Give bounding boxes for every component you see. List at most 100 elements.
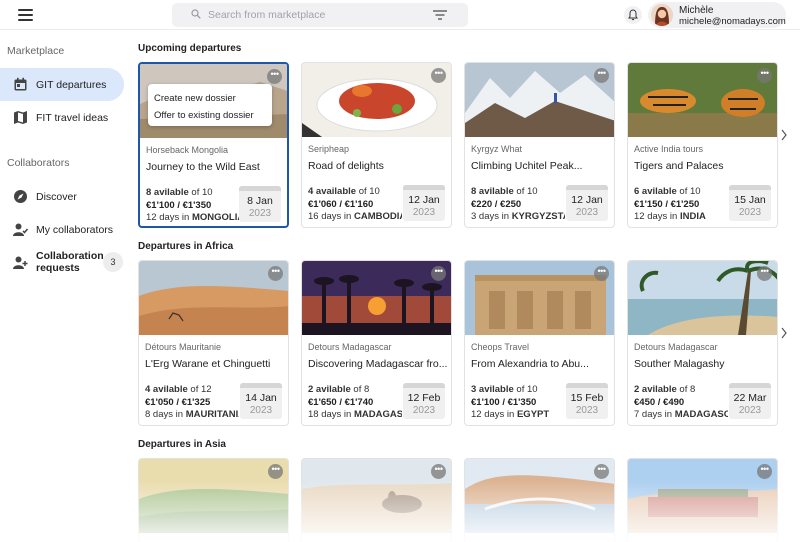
search-bar[interactable] — [172, 3, 468, 27]
map-icon — [14, 111, 27, 124]
search-input[interactable] — [208, 7, 428, 23]
card-image — [465, 261, 614, 335]
sidebar-item-fit-travel-ideas[interactable]: FIT travel ideas — [0, 101, 124, 134]
card-menu-button[interactable]: ••• — [431, 266, 446, 281]
departure-card[interactable]: ••• — [627, 458, 778, 542]
card-operator: Detours Madagascar — [308, 342, 392, 352]
departure-card[interactable]: ••• Detours Madagascar Souther Malagashy… — [627, 260, 778, 426]
card-operator: Seripheap — [308, 144, 350, 154]
section-title-asia: Departures in Asia — [138, 439, 226, 450]
card-duration: 16 days in CAMBODIA — [308, 211, 402, 222]
people-icon — [13, 223, 28, 236]
card-image — [302, 459, 451, 533]
card-menu-button[interactable]: ••• — [757, 464, 772, 479]
menu-icon[interactable] — [18, 9, 33, 21]
card-availability: 4 available of 10 — [308, 186, 380, 197]
departure-card[interactable]: ••• — [464, 458, 615, 542]
departure-card[interactable]: ••• Détours Mauritanie L'Erg Warane et C… — [138, 260, 289, 426]
card-price: €220 / €250 — [471, 199, 522, 210]
offer-dossier-option[interactable]: Offer to existing dossier — [154, 110, 254, 121]
card-menu-button[interactable]: ••• — [431, 68, 446, 83]
user-menu[interactable]: Michèle michele@nomadays.com — [648, 2, 786, 28]
card-menu-button[interactable]: ••• — [268, 266, 283, 281]
departure-card[interactable]: ••• — [138, 458, 289, 542]
create-dossier-option[interactable]: Create new dossier — [154, 93, 236, 104]
card-menu-button[interactable]: ••• — [268, 464, 283, 479]
card-operator: Détours Mauritanie — [145, 342, 222, 352]
card-menu-button[interactable]: ••• — [594, 266, 609, 281]
card-date: 12 Jan 2023 — [403, 185, 445, 221]
section-title-africa: Departures in Africa — [138, 241, 234, 252]
card-date: 8 Jan 2023 — [239, 186, 281, 222]
card-availability: 4 avilable of 12 — [145, 384, 212, 395]
departure-card[interactable]: ••• Active India tours Tigers and Palace… — [627, 62, 778, 228]
sidebar-item-label: Discover — [36, 191, 77, 203]
departure-card[interactable]: ••• Seripheap Road of delights 4 availab… — [301, 62, 452, 228]
card-menu-button[interactable]: ••• — [757, 68, 772, 83]
card-price: €1'100 / €1'350 — [471, 397, 537, 408]
card-duration: 12 days in INDIA — [634, 211, 706, 222]
card-menu-button[interactable]: ••• — [431, 464, 446, 479]
card-menu-button[interactable]: ••• — [267, 69, 282, 84]
card-title: Discovering Madagascar fro... — [308, 358, 448, 370]
departure-card[interactable]: ••• Cheops Travel From Alexandria to Abu… — [464, 260, 615, 426]
user-email: michele@nomadays.com — [679, 16, 786, 27]
card-date: 14 Jan 2023 — [240, 383, 282, 419]
card-duration: 7 days in MADAGASCAR — [634, 409, 728, 420]
departure-card[interactable]: ••• Detours Madagascar Discovering Madag… — [301, 260, 452, 426]
departure-card[interactable]: ••• Kyrgyz What Climbing Uchitel Peak...… — [464, 62, 615, 228]
card-duration: 12 days in EGYPT — [471, 409, 550, 420]
user-name: Michèle — [679, 5, 714, 16]
sidebar: Marketplace GIT departures FIT travel id… — [0, 30, 130, 542]
card-date: 15 Jan 2023 — [729, 185, 771, 221]
card-image — [628, 459, 777, 533]
card-price: €1'050 / €1'325 — [145, 397, 211, 408]
card-title: From Alexandria to Abu... — [471, 358, 589, 370]
card-duration: 3 days in KYRGYZSTAN — [471, 211, 565, 222]
card-operator: Active India tours — [634, 144, 704, 154]
top-bar: Michèle michele@nomadays.com — [0, 0, 800, 30]
section-title-upcoming: Upcoming departures — [138, 43, 242, 54]
card-date: 12 Jan 2023 — [566, 185, 608, 221]
card-menu-button[interactable]: ••• — [594, 464, 609, 479]
card-date: 12 Feb 2023 — [403, 383, 445, 419]
card-date: 15 Feb 2023 — [566, 383, 608, 419]
card-duration: 12 days in MONGOLIA — [146, 212, 240, 223]
sidebar-item-git-departures[interactable]: GIT departures — [0, 68, 124, 101]
card-price: €1'060 / €1'160 — [308, 199, 374, 210]
departure-card[interactable]: ••• — [301, 458, 452, 542]
card-duration: 8 days in MAURITANIA — [145, 409, 239, 420]
sidebar-section-marketplace: Marketplace — [7, 45, 65, 57]
scroll-right-africa[interactable] — [780, 326, 788, 340]
sidebar-item-discover[interactable]: Discover — [0, 180, 124, 213]
scroll-right-upcoming[interactable] — [780, 128, 788, 142]
avatar — [651, 4, 673, 26]
card-price: €1'150 / €1'250 — [634, 199, 700, 210]
card-availability: 8 avilable of 10 — [471, 186, 538, 197]
card-title: Road of delights — [308, 160, 384, 172]
card-image — [302, 261, 451, 335]
card-availability: 2 avilable of 8 — [308, 384, 370, 395]
card-price: €450 / €490 — [634, 397, 685, 408]
sidebar-item-my-collaborators[interactable]: My collaborators — [0, 213, 124, 246]
card-availability: 8 avilable of 10 — [146, 187, 213, 198]
sidebar-item-collaboration-requests[interactable]: Collaboration requests 3 — [0, 246, 124, 279]
card-image — [628, 261, 777, 335]
bell-icon — [628, 9, 638, 21]
calendar-icon — [14, 77, 27, 91]
card-image — [465, 459, 614, 533]
card-menu-button[interactable]: ••• — [757, 266, 772, 281]
sidebar-item-label: My collaborators — [36, 224, 114, 236]
card-title: Climbing Uchitel Peak... — [471, 160, 583, 172]
filter-icon[interactable] — [432, 9, 448, 21]
card-image — [139, 459, 288, 533]
card-title: Journey to the Wild East — [146, 161, 260, 173]
card-menu-button[interactable]: ••• — [594, 68, 609, 83]
card-title: Tigers and Palaces — [634, 160, 724, 172]
notifications-button[interactable] — [624, 6, 642, 24]
requests-count-badge: 3 — [103, 252, 123, 272]
card-operator: Kyrgyz What — [471, 144, 523, 154]
sidebar-item-label: FIT travel ideas — [36, 112, 109, 124]
add-person-icon — [13, 256, 28, 269]
card-duration: 18 days in MADAGASCAR — [308, 409, 402, 420]
